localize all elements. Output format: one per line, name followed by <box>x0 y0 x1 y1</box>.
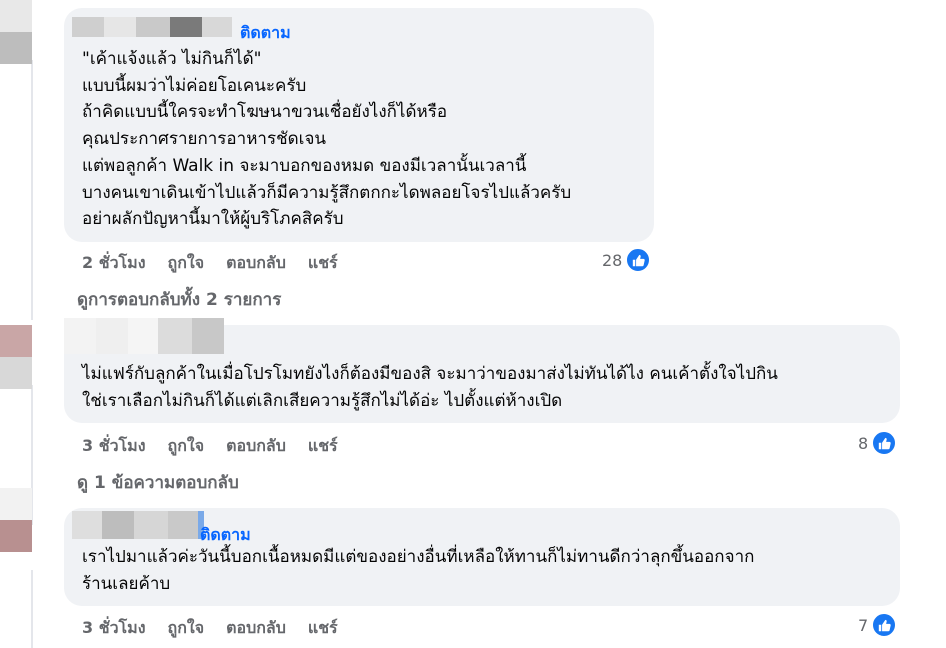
comment-text: "เค้าแจ้งแล้ว ไม่กินก็ได้" แบบนี้ผมว่าไม่… <box>82 46 571 233</box>
comment-line: คุณประกาศรายการอาหารชัดเจน <box>82 129 327 150</box>
avatar[interactable] <box>0 325 32 389</box>
avatar[interactable] <box>0 488 32 552</box>
share-button[interactable]: แชร์ <box>308 616 338 640</box>
view-replies-link[interactable]: ดูการตอบกลับทั้ง 2 รายการ <box>77 286 281 313</box>
like-button[interactable]: ถูกใจ <box>168 434 205 458</box>
reaction-summary[interactable]: 8 <box>858 431 897 455</box>
reply-button[interactable]: ตอบกลับ <box>226 616 286 640</box>
commenter-name-blurred[interactable] <box>72 17 232 37</box>
comment-line: "เค้าแจ้งแล้ว ไม่กินก็ได้" <box>82 49 262 69</box>
commenter-name-blurred[interactable] <box>64 318 232 354</box>
reaction-summary[interactable]: 7 <box>858 613 897 637</box>
comment-line: อย่าผลักปัญหานี้มาให้ผู้บริโภคสิครับ <box>82 209 344 230</box>
reaction-count: 7 <box>858 615 869 635</box>
comment-line: เราไปมาแล้วค่ะวันนี้บอกเนื้อหมดมีแต่ของอ… <box>82 547 755 567</box>
comment-text: เราไปมาแล้วค่ะวันนี้บอกเนื้อหมดมีแต่ของอ… <box>82 544 754 597</box>
like-icon <box>626 248 651 272</box>
comment-timestamp[interactable]: 3 ชั่วโมง <box>82 434 146 458</box>
comment-line: ร้านเลยค้าบ <box>82 573 171 594</box>
view-replies-link[interactable]: ดู 1 ข้อความตอบกลับ <box>77 469 239 496</box>
thread-line <box>31 570 33 648</box>
like-button[interactable]: ถูกใจ <box>168 251 205 275</box>
comment-line: แบบนี้ผมว่าไม่ค่อยโอเคนะครับ <box>82 75 307 96</box>
comment-line: แต่พอลูกค้า Walk in จะมาบอกของหมด ของมีเ… <box>82 155 527 176</box>
reaction-count: 28 <box>602 250 623 270</box>
comment-line: ไม่แฟร์กับลูกค้าในเมื่อโปรโมทยังไงก็ต้อง… <box>82 364 778 384</box>
comment-timestamp[interactable]: 3 ชั่วโมง <box>82 616 146 640</box>
comment-line: บางคนเขาเดินเข้าไปแล้วก็มีความรู้สึกตกกะ… <box>82 182 572 203</box>
thread-line <box>31 60 33 320</box>
avatar[interactable] <box>0 0 32 64</box>
follow-link[interactable]: ติดตาม <box>240 21 291 46</box>
reply-button[interactable]: ตอบกลับ <box>226 434 286 458</box>
reaction-count: 8 <box>858 433 869 453</box>
share-button[interactable]: แชร์ <box>308 434 338 458</box>
share-button[interactable]: แชร์ <box>308 251 338 275</box>
reply-button[interactable]: ตอบกลับ <box>226 251 286 275</box>
comment-line: ใช่เราเลือกไม่กินก็ได้แต่เลิกเสียความรู้… <box>82 390 563 411</box>
like-button[interactable]: ถูกใจ <box>168 616 205 640</box>
comment-actions: 3 ชั่วโมง ถูกใจ ตอบกลับ แชร์ <box>82 616 338 640</box>
reaction-summary[interactable]: 28 <box>602 248 651 272</box>
like-icon <box>872 431 897 455</box>
like-icon <box>872 613 897 637</box>
comment-line: ถ้าคิดแบบนี้ใครจะทำโฆษนาขวนเชื่อยังไงก็ไ… <box>82 102 448 123</box>
comment-actions: 2 ชั่วโมง ถูกใจ ตอบกลับ แชร์ <box>82 251 338 275</box>
comment-text: ไม่แฟร์กับลูกค้าในเมื่อโปรโมทยังไงก็ต้อง… <box>82 361 778 414</box>
commenter-name-blurred[interactable] <box>72 511 204 539</box>
comment-timestamp[interactable]: 2 ชั่วโมง <box>82 251 146 275</box>
comment-actions: 3 ชั่วโมง ถูกใจ ตอบกลับ แชร์ <box>82 434 338 458</box>
